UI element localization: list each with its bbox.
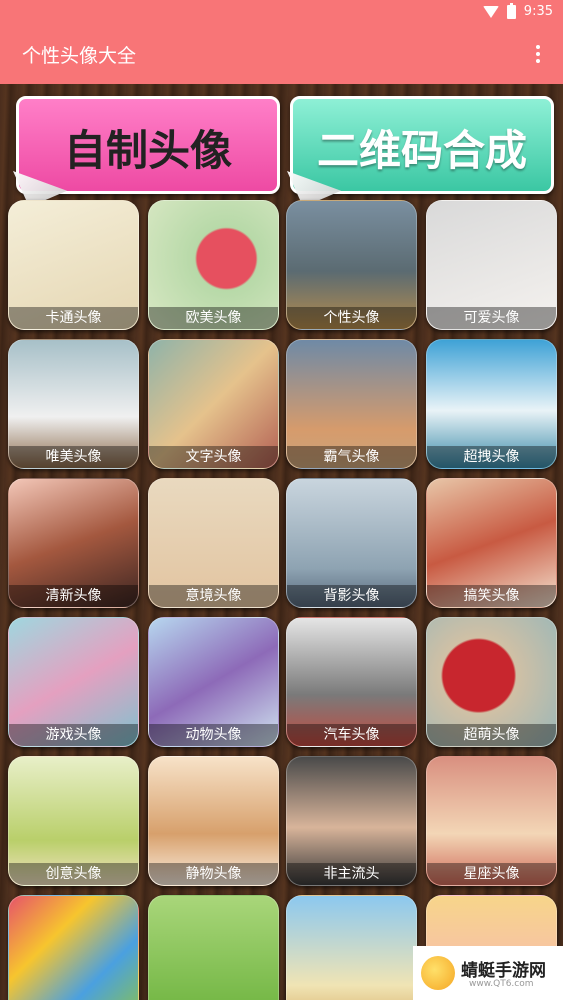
category-tile[interactable]	[8, 895, 139, 1000]
category-tile[interactable]: 静物头像	[148, 756, 279, 886]
category-tile[interactable]: 搞笑头像	[426, 478, 557, 608]
category-label: 可爱头像	[427, 307, 556, 329]
category-label: 非主流头	[287, 863, 416, 885]
app-bar: 个性头像大全	[0, 24, 563, 84]
category-tile[interactable]: 个性头像	[286, 200, 417, 330]
watermark: 蜻蜓手游网 www.QT6.com	[413, 946, 563, 1000]
category-label: 唯美头像	[9, 446, 138, 468]
qrcode-banner[interactable]: 二维码合成	[287, 96, 554, 207]
category-tile[interactable]: 欧美头像	[148, 200, 279, 330]
category-tile[interactable]: 创意头像	[8, 756, 139, 886]
category-tile[interactable]: 文字头像	[148, 339, 279, 469]
watermark-text: 蜻蜓手游网	[461, 961, 546, 981]
category-tile[interactable]: 超拽头像	[426, 339, 557, 469]
category-label: 汽车头像	[287, 724, 416, 746]
category-tile[interactable]	[148, 895, 279, 1000]
category-label: 欧美头像	[149, 307, 278, 329]
category-tile[interactable]: 超萌头像	[426, 617, 557, 747]
category-label: 清新头像	[9, 585, 138, 607]
category-label: 卡通头像	[9, 307, 138, 329]
category-tile[interactable]: 卡通头像	[8, 200, 139, 330]
category-tile[interactable]: 动物头像	[148, 617, 279, 747]
category-tile[interactable]: 背影头像	[286, 478, 417, 608]
content-area: 自制头像 二维码合成 卡通头像 欧美头像 个性头像 可爱头像 唯美头像 文字头像 霸气头像超…	[0, 84, 563, 1000]
category-label: 超拽头像	[427, 446, 556, 468]
category-label: 超萌头像	[427, 724, 556, 746]
category-label: 个性头像	[287, 307, 416, 329]
wifi-icon	[482, 5, 499, 18]
category-tile[interactable]: 唯美头像	[8, 339, 139, 469]
custom-avatar-label: 自制头像	[63, 126, 232, 175]
category-tile[interactable]: 可爱头像	[426, 200, 557, 330]
app-title: 个性头像大全	[22, 45, 137, 67]
category-tile[interactable]: 意境头像	[148, 478, 279, 608]
battery-icon	[506, 2, 516, 19]
category-label: 搞笑头像	[427, 585, 556, 607]
category-tile[interactable]: 非主流头	[286, 756, 417, 886]
category-label: 游戏头像	[9, 724, 138, 746]
category-tile[interactable]: 汽车头像	[286, 617, 417, 747]
category-tile[interactable]: 星座头像	[426, 756, 557, 886]
qrcode-label: 二维码合成	[316, 126, 527, 175]
category-label: 背影头像	[287, 585, 416, 607]
category-label: 静物头像	[149, 863, 278, 885]
category-tile[interactable]: 游戏头像	[8, 617, 139, 747]
category-label: 意境头像	[149, 585, 278, 607]
category-label: 文字头像	[149, 446, 278, 468]
status-time: 9:35	[523, 4, 553, 19]
category-tile[interactable]: 清新头像	[8, 478, 139, 608]
custom-avatar-banner[interactable]: 自制头像	[13, 96, 280, 207]
watermark-url: www.QT6.com	[469, 979, 534, 989]
category-tile[interactable]: 霸气头像	[286, 339, 417, 469]
more-options-icon[interactable]	[533, 43, 543, 65]
category-label: 创意头像	[9, 863, 138, 885]
dragonfly-logo-icon	[421, 956, 455, 990]
category-label: 星座头像	[427, 863, 556, 885]
category-label: 动物头像	[149, 724, 278, 746]
category-tile[interactable]	[286, 895, 417, 1000]
status-bar: 9:35	[0, 0, 563, 24]
category-label: 霸气头像	[287, 446, 416, 468]
